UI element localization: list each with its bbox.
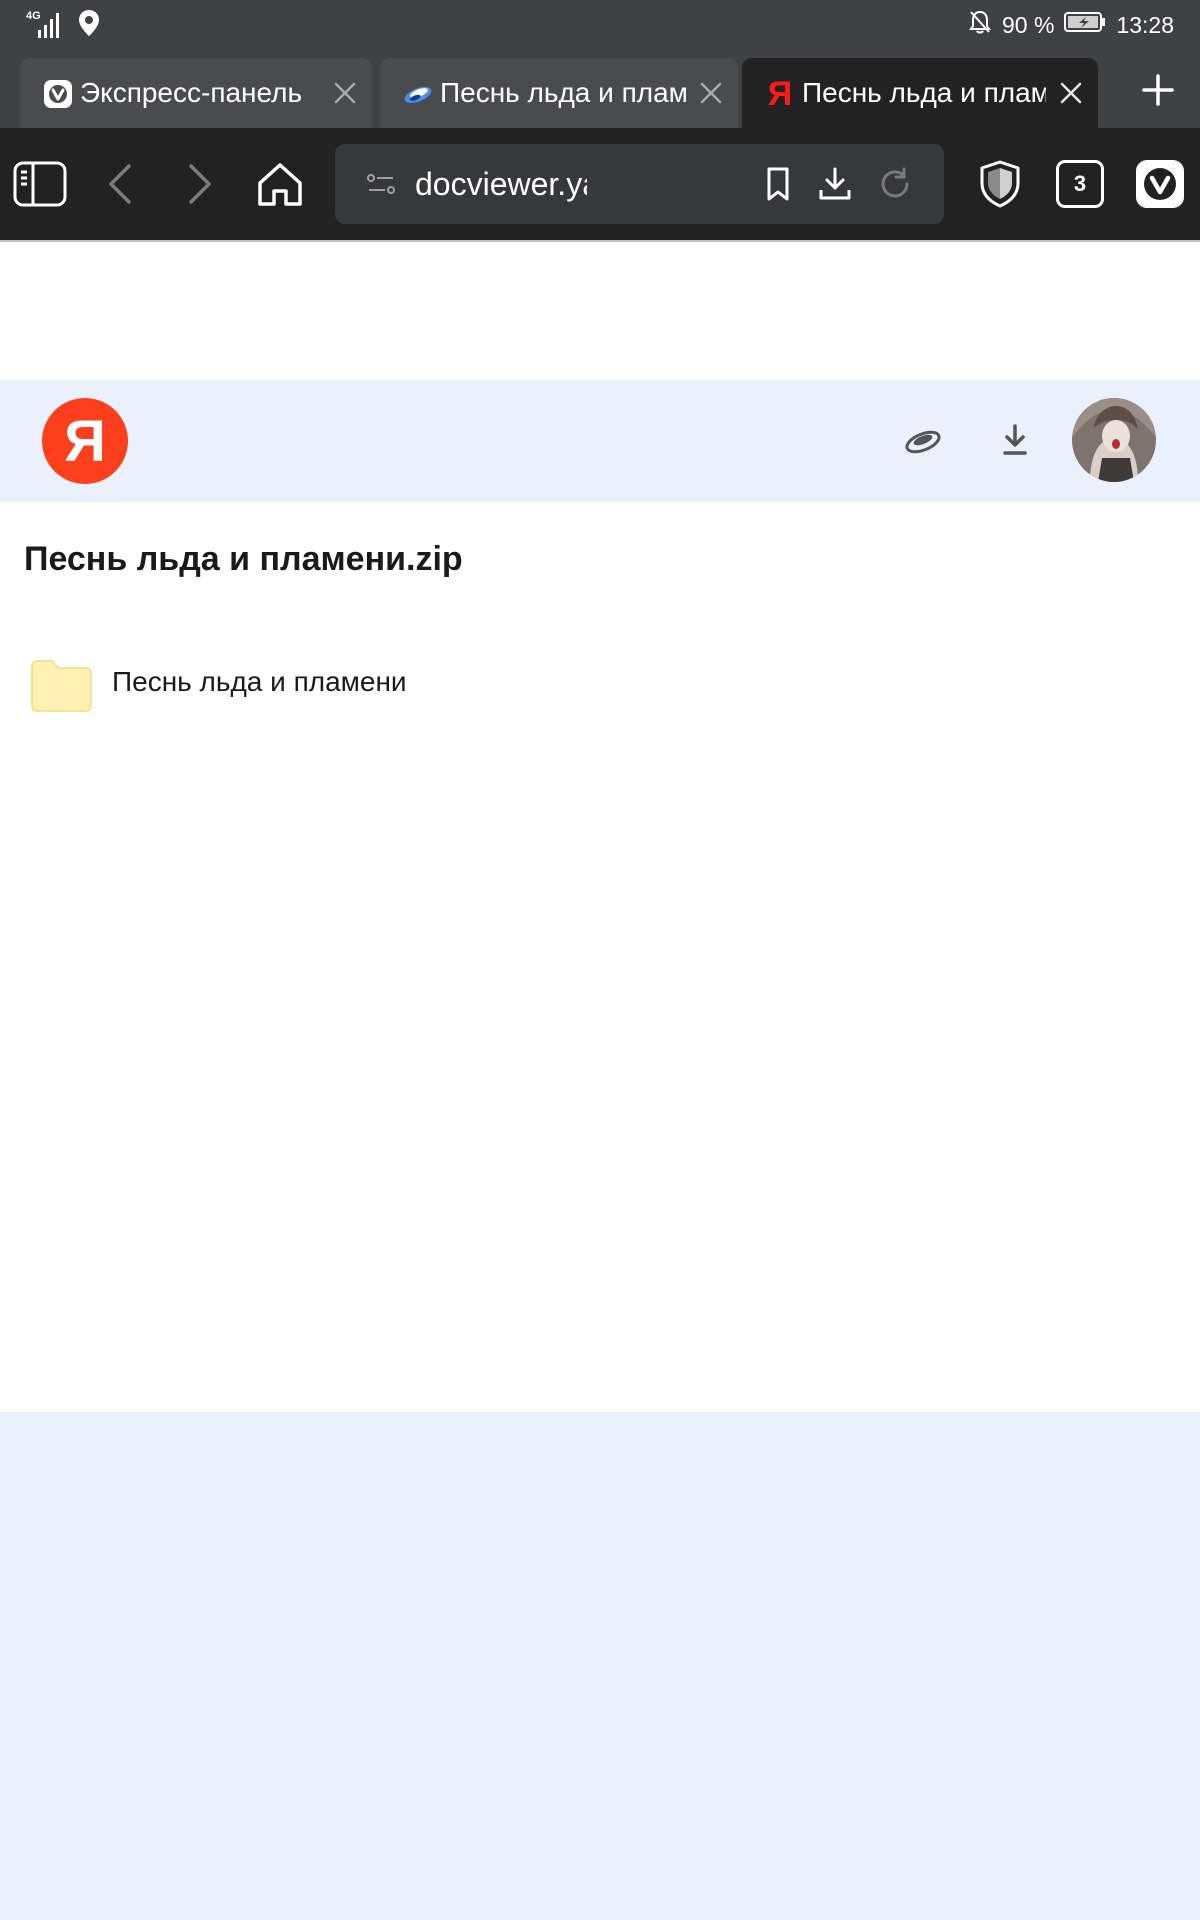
home-icon[interactable] bbox=[252, 156, 308, 212]
notifications-off-icon bbox=[968, 9, 992, 41]
panel-toggle-icon[interactable] bbox=[12, 156, 68, 212]
close-icon[interactable] bbox=[698, 80, 724, 106]
reload-icon[interactable] bbox=[877, 166, 913, 202]
download-icon[interactable] bbox=[817, 166, 853, 202]
close-icon[interactable] bbox=[1058, 80, 1084, 106]
folder-name: Песнь льда и пламени bbox=[112, 666, 407, 697]
bookmark-icon[interactable] bbox=[760, 166, 796, 202]
tab-title: Экспресс-панель bbox=[80, 77, 303, 108]
tab-song-yandex[interactable]: Я Песнь льда и плам bbox=[742, 58, 1098, 128]
clock: 13:28 bbox=[1116, 11, 1174, 38]
close-icon[interactable] bbox=[332, 80, 358, 106]
tab-strip: Экспресс-панель Песнь льда и плам Я Песн… bbox=[0, 50, 1200, 128]
yandex-icon: Я bbox=[767, 75, 793, 113]
tab-count: 3 bbox=[1056, 160, 1104, 208]
page-footer bbox=[0, 1412, 1200, 1920]
tab-title: Песнь льда и плам bbox=[802, 77, 1046, 108]
vivaldi-menu-icon[interactable] bbox=[1132, 156, 1188, 212]
list-item[interactable]: Песнь льда и пламени bbox=[24, 648, 624, 718]
yandex-logo[interactable]: Я bbox=[42, 398, 128, 484]
tab-express-panel[interactable]: Экспресс-панель bbox=[20, 58, 372, 128]
page-title: Песнь льда и пламени.zip bbox=[24, 540, 463, 578]
toolbar-divider bbox=[0, 240, 1200, 242]
location-icon bbox=[78, 9, 100, 42]
tab-counter-button[interactable]: 3 bbox=[1052, 156, 1108, 212]
new-tab-icon[interactable] bbox=[1142, 74, 1174, 106]
site-settings-icon[interactable] bbox=[363, 166, 399, 202]
shield-icon[interactable] bbox=[972, 156, 1028, 212]
back-icon[interactable] bbox=[92, 156, 148, 212]
folder-icon bbox=[30, 660, 92, 717]
signal-icon: 4G bbox=[24, 10, 64, 40]
battery-charging-icon bbox=[1064, 11, 1106, 39]
tab-title: Песнь льда и плам bbox=[440, 77, 686, 108]
address-bar[interactable]: docviewer.yandex.ru/vie bbox=[335, 144, 944, 224]
tab-song-disk[interactable]: Песнь льда и плам bbox=[380, 58, 738, 128]
disk-icon bbox=[402, 78, 434, 110]
browser-toolbar: docviewer.yandex.ru/vie 3 bbox=[0, 128, 1200, 240]
battery-level: 90 % bbox=[1002, 11, 1055, 38]
save-to-disk-icon[interactable] bbox=[900, 418, 946, 464]
url-text[interactable]: docviewer.yandex.ru/vie bbox=[415, 144, 587, 224]
docviewer-header: Я bbox=[0, 380, 1200, 502]
forward-icon[interactable] bbox=[172, 156, 228, 212]
download-icon[interactable] bbox=[992, 418, 1038, 464]
status-bar: 4G 90 % 13:28 bbox=[0, 0, 1200, 50]
avatar[interactable] bbox=[1072, 398, 1156, 482]
vivaldi-icon bbox=[42, 78, 74, 110]
